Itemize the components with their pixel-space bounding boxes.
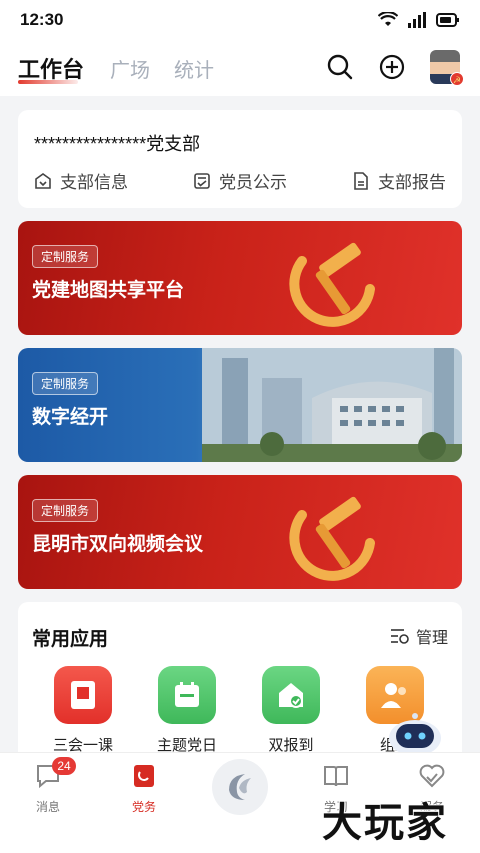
app-logo-icon — [229, 774, 251, 800]
bottom-nav-messages[interactable]: 24 消息 — [18, 757, 78, 815]
branch-report-link[interactable]: 支部报告 — [352, 168, 446, 193]
banner-party-map[interactable]: 定制服务 党建地图共享平台 — [18, 221, 462, 335]
banner-title: 党建地图共享平台 — [32, 280, 185, 301]
banner-title: 数字经开 — [32, 407, 109, 428]
app-three-meetings[interactable]: 三会一课 — [38, 666, 128, 755]
hammer-sickle-emblem — [289, 496, 375, 581]
banner-tag: 定制服务 — [32, 245, 99, 268]
banner-tag: 定制服务 — [32, 372, 99, 395]
wifi-icon — [378, 12, 398, 26]
avatar[interactable]: ☭ — [430, 50, 464, 86]
city-skyline-image — [202, 348, 462, 462]
status-time: 12:30 — [20, 10, 64, 29]
bottom-nav-label: 党务 — [131, 800, 156, 814]
status-icons — [378, 12, 460, 28]
branch-info-label: 支部信息 — [60, 173, 128, 192]
dual-report-icon — [262, 666, 320, 724]
home-logo-button[interactable] — [212, 759, 268, 815]
banner-tag: 定制服务 — [32, 499, 99, 522]
branch-info-icon — [35, 172, 51, 189]
tab-square[interactable]: 广场 — [110, 54, 150, 83]
signal-icon — [408, 12, 426, 28]
top-navigation: 工作台 广场 统计 ☭ — [0, 40, 480, 96]
three-meetings-icon — [54, 666, 112, 724]
active-tab-indicator — [18, 80, 78, 84]
assistant-robot-icon[interactable] — [386, 708, 444, 758]
manage-icon — [390, 629, 409, 644]
add-icon[interactable] — [378, 53, 406, 81]
party-badge-icon: ☭ — [450, 72, 464, 86]
book-icon — [324, 766, 348, 787]
tab-statistics[interactable]: 统计 — [174, 54, 214, 83]
branch-links: 支部信息 党员公示 支部报告 — [34, 168, 446, 193]
member-notice-label: 党员公示 — [219, 173, 287, 192]
member-notice-icon — [194, 172, 210, 189]
manage-button[interactable]: 管理 — [390, 624, 448, 648]
battery-icon — [436, 13, 459, 27]
branch-info-link[interactable]: 支部信息 — [34, 168, 128, 193]
branch-report-label: 支部报告 — [378, 173, 446, 192]
member-notice-link[interactable]: 党员公示 — [193, 168, 287, 193]
search-icon[interactable] — [326, 53, 354, 81]
banner-video-conference[interactable]: 定制服务 昆明市双向视频会议 — [18, 475, 462, 589]
manage-label: 管理 — [415, 630, 448, 647]
branch-card: ****************党支部 支部信息 党员公示 支部报告 — [18, 110, 462, 208]
message-count-badge: 24 — [52, 757, 76, 775]
app-dual-report[interactable]: 双报到 — [246, 666, 336, 755]
bottom-nav-party-affairs[interactable]: 党务 — [114, 763, 174, 815]
banner-digital-economy[interactable]: 定制服务 数字经开 — [18, 348, 462, 462]
service-heart-icon — [419, 764, 445, 788]
bottom-nav-label: 消息 — [35, 800, 60, 814]
apps-title: 常用应用 — [32, 629, 109, 650]
watermark-text: 大玩家 — [321, 800, 448, 846]
theme-day-icon — [158, 666, 216, 724]
hammer-sickle-emblem — [289, 242, 375, 327]
app-theme-party-day[interactable]: 主题党日 — [142, 666, 232, 755]
status-bar: 12:30 — [0, 0, 480, 40]
branch-name: ****************党支部 — [34, 134, 201, 154]
branch-report-icon — [354, 171, 368, 190]
banner-title: 昆明市双向视频会议 — [32, 534, 204, 555]
party-affairs-icon — [134, 765, 154, 787]
